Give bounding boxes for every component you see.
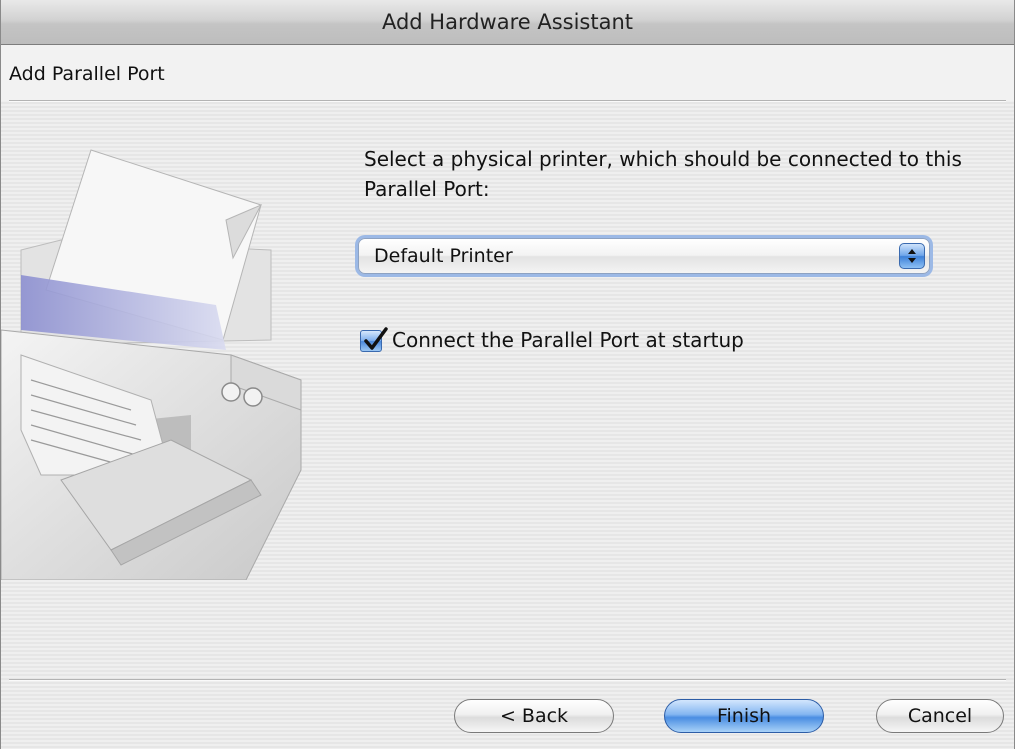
step-header: Add Parallel Port <box>1 45 1014 101</box>
connect-at-startup-checkbox[interactable] <box>360 327 388 352</box>
chevron-up-down-icon[interactable] <box>899 243 925 269</box>
printer-popup-value: Default Printer <box>374 245 513 267</box>
footer-divider <box>9 679 1006 681</box>
step-title: Add Parallel Port <box>9 63 165 85</box>
checkmark-icon <box>364 327 388 350</box>
finish-button[interactable]: Finish <box>664 699 824 733</box>
connect-at-startup-label: Connect the Parallel Port at startup <box>392 328 744 352</box>
printer-illustration <box>1 110 331 584</box>
cancel-button[interactable]: Cancel <box>876 699 1004 733</box>
assistant-window: Add Hardware Assistant Add Parallel Port <box>0 0 1015 749</box>
window-title: Add Hardware Assistant <box>381 10 634 34</box>
header-divider <box>9 100 1006 102</box>
back-button[interactable]: < Back <box>454 699 614 733</box>
title-bar[interactable]: Add Hardware Assistant <box>1 0 1014 45</box>
printer-popup[interactable]: Default Printer <box>358 238 930 274</box>
instruction-text: Select a physical printer, which should … <box>364 147 962 201</box>
